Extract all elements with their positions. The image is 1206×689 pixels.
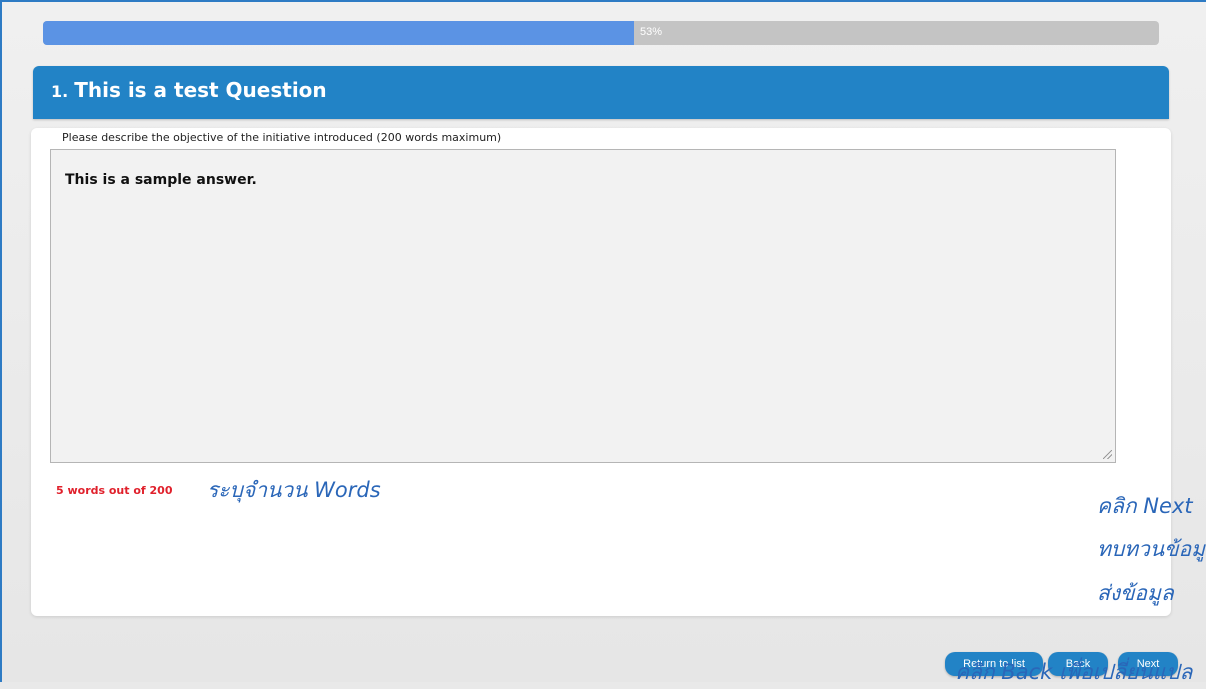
annotation-back: คลิก Back เพื่อเปลี่ยนแปล [955,660,1193,684]
question-title: This is a test Question [74,78,327,102]
word-count: 5 words out of 200 [56,484,173,497]
question-header: 1. This is a test Question [33,66,1169,119]
annotation-next-line3: ส่งข้อมูล [1097,581,1174,605]
question-title-row: 1. This is a test Question [51,78,327,102]
resize-grip-icon[interactable] [1103,450,1112,459]
question-number: 1. [51,82,69,101]
progress-fill [43,21,635,45]
progress-label: 53% [640,26,663,38]
annotation-words: ระบุจำนวน Words [207,478,381,502]
annotation-next-line1: คลิก Next [1097,494,1193,518]
question-prompt: Please describe the objective of the ini… [62,131,502,144]
answer-text: This is a sample answer. [65,172,257,188]
progress-bar: 53% [43,21,1159,45]
annotation-next-line2: ทบทวนข้อมู [1097,537,1205,561]
answer-textarea[interactable]: This is a sample answer. [50,149,1116,463]
